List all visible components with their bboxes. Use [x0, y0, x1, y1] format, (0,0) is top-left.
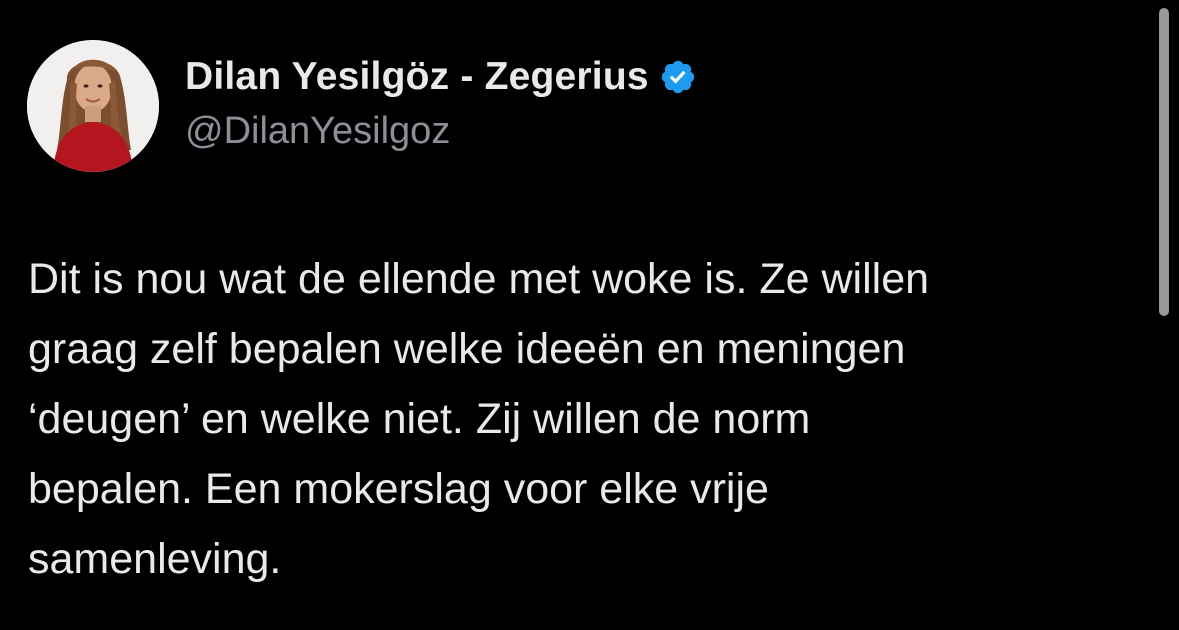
- tweet-text: Dit is nou wat de ellende met woke is. Z…: [28, 244, 1138, 594]
- user-handle[interactable]: @DilanYesilgoz: [185, 110, 450, 153]
- author-name-row[interactable]: Dilan Yesilgöz - Zegerius: [185, 53, 697, 101]
- tweet-line: samenleving.: [28, 535, 282, 583]
- profile-avatar[interactable]: [27, 40, 159, 172]
- tweet-line: graag zelf bepalen welke ideeën en menin…: [28, 325, 906, 373]
- display-name[interactable]: Dilan Yesilgöz - Zegerius: [185, 55, 649, 99]
- avatar-image: [27, 40, 159, 172]
- tweet-line: Dit is nou wat de ellende met woke is. Z…: [28, 255, 930, 303]
- tweet-line: bepalen. Een mokerslag voor elke vrije: [28, 465, 769, 513]
- tweet-line: ‘deugen’ en welke niet. Zij willen de no…: [28, 395, 811, 443]
- verified-badge-icon[interactable]: [659, 58, 697, 96]
- scrollbar-thumb[interactable]: [1159, 8, 1169, 316]
